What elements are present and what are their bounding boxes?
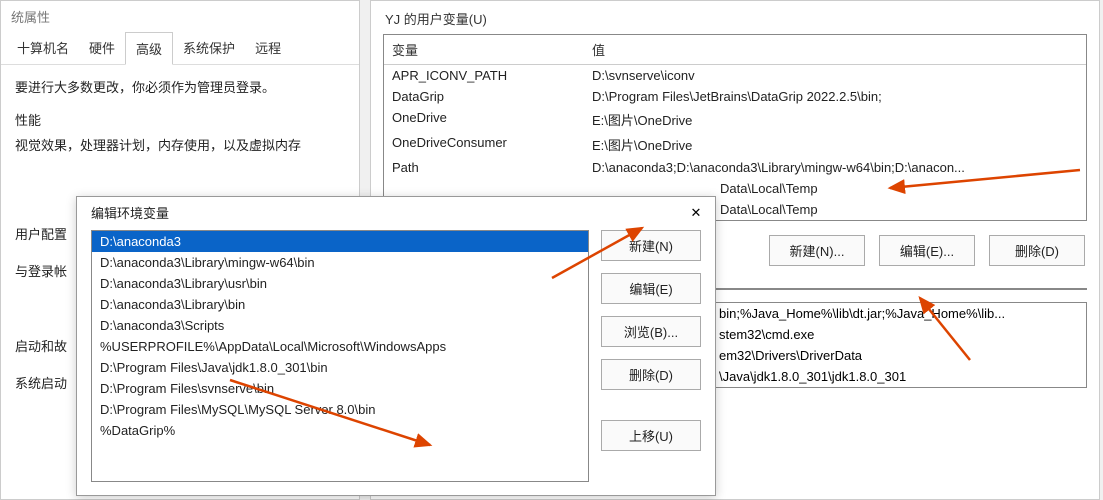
dialog-body: D:\anaconda3 D:\anaconda3\Library\mingw-… (77, 230, 715, 492)
var-value: D:\svnserve\iconv (584, 65, 1086, 86)
new-button[interactable]: 新建(N)... (769, 235, 865, 266)
var-value: E:\图片\OneDrive (584, 107, 1086, 132)
dialog-titlebar: 编辑环境变量 ✕ (77, 197, 715, 230)
tab-computer-name[interactable]: 十算机名 (7, 32, 79, 64)
var-name: OneDrive (384, 107, 584, 132)
browse-button[interactable]: 浏览(B)... (601, 316, 701, 347)
var-value: D:\Program Files\JetBrains\DataGrip 2022… (584, 86, 1086, 107)
list-item[interactable]: D:\anaconda3\Library\usr\bin (92, 273, 588, 294)
var-value: D:\anaconda3;D:\anaconda3\Library\mingw-… (584, 157, 1086, 178)
table-row[interactable]: DataGrip D:\Program Files\JetBrains\Data… (384, 86, 1086, 107)
tab-system-protect[interactable]: 系统保护 (173, 32, 245, 64)
moveup-button[interactable]: 上移(U) (601, 420, 701, 451)
user-vars-header: 变量 值 (384, 35, 1086, 65)
delete-button[interactable]: 删除(D) (601, 359, 701, 390)
list-item[interactable]: %USERPROFILE%\AppData\Local\Microsoft\Wi… (92, 336, 588, 357)
admin-hint: 要进行大多数更改，你必须作为管理员登录。 (15, 77, 345, 96)
dialog-buttons: 新建(N) 编辑(E) 浏览(B)... 删除(D) 上移(U) (601, 230, 701, 482)
perf-desc: 视觉效果，处理器计划，内存使用，以及虚拟内存 (15, 135, 345, 154)
tabs: 十算机名 硬件 高级 系统保护 远程 (1, 32, 359, 65)
list-item[interactable]: D:\anaconda3 (92, 231, 588, 252)
edit-button[interactable]: 编辑(E)... (879, 235, 975, 266)
var-name: Path (384, 157, 584, 178)
user-vars-label: YJ 的用户变量(U) (371, 1, 1099, 34)
sys-row[interactable]: bin;%Java_Home%\lib\dt.jar;%Java_Home%\l… (711, 303, 1086, 324)
delete-button[interactable]: 删除(D) (989, 235, 1085, 266)
table-row[interactable]: OneDrive E:\图片\OneDrive (384, 107, 1086, 132)
table-row[interactable]: APR_ICONV_PATH D:\svnserve\iconv (384, 65, 1086, 86)
var-name: OneDriveConsumer (384, 132, 584, 157)
tab-remote[interactable]: 远程 (245, 32, 291, 64)
var-name: APR_ICONV_PATH (384, 65, 584, 86)
col-value-header[interactable]: 值 (584, 35, 1086, 64)
system-vars-table (711, 288, 1087, 290)
window-title: 统属性 (1, 1, 359, 32)
sys-row[interactable]: em32\Drivers\DriverData (711, 345, 1086, 366)
var-name: DataGrip (384, 86, 584, 107)
var-value: Data\Local\Temp (712, 199, 1086, 220)
user-vars-table: 变量 值 APR_ICONV_PATH D:\svnserve\iconv Da… (383, 34, 1087, 221)
var-value: Data\Local\Temp (712, 178, 1086, 199)
close-icon[interactable]: ✕ (687, 204, 705, 222)
list-item[interactable]: %DataGrip% (92, 420, 588, 441)
list-item[interactable]: D:\anaconda3\Library\bin (92, 294, 588, 315)
perf-title: 性能 (15, 110, 345, 129)
list-item[interactable]: D:\Program Files\MySQL\MySQL Server 8.0\… (92, 399, 588, 420)
edit-path-dialog: 编辑环境变量 ✕ D:\anaconda3 D:\anaconda3\Libra… (76, 196, 716, 496)
tab-advanced[interactable]: 高级 (125, 32, 173, 65)
list-item[interactable]: D:\Program Files\Java\jdk1.8.0_301\bin (92, 357, 588, 378)
new-button[interactable]: 新建(N) (601, 230, 701, 261)
table-row[interactable]: OneDriveConsumer E:\图片\OneDrive (384, 132, 1086, 157)
list-item[interactable]: D:\Program Files\svnserve\bin (92, 378, 588, 399)
path-list[interactable]: D:\anaconda3 D:\anaconda3\Library\mingw-… (91, 230, 589, 482)
dialog-title: 编辑环境变量 (91, 203, 169, 222)
col-name-header[interactable]: 变量 (384, 35, 584, 64)
tab-hardware[interactable]: 硬件 (79, 32, 125, 64)
sys-row[interactable]: \Java\jdk1.8.0_301\jdk1.8.0_301 (711, 366, 1086, 387)
table-row[interactable]: Path D:\anaconda3;D:\anaconda3\Library\m… (384, 157, 1086, 178)
edit-button[interactable]: 编辑(E) (601, 273, 701, 304)
list-item[interactable]: D:\anaconda3\Scripts (92, 315, 588, 336)
var-value: E:\图片\OneDrive (584, 132, 1086, 157)
sys-row[interactable]: stem32\cmd.exe (711, 324, 1086, 345)
list-item[interactable]: D:\anaconda3\Library\mingw-w64\bin (92, 252, 588, 273)
